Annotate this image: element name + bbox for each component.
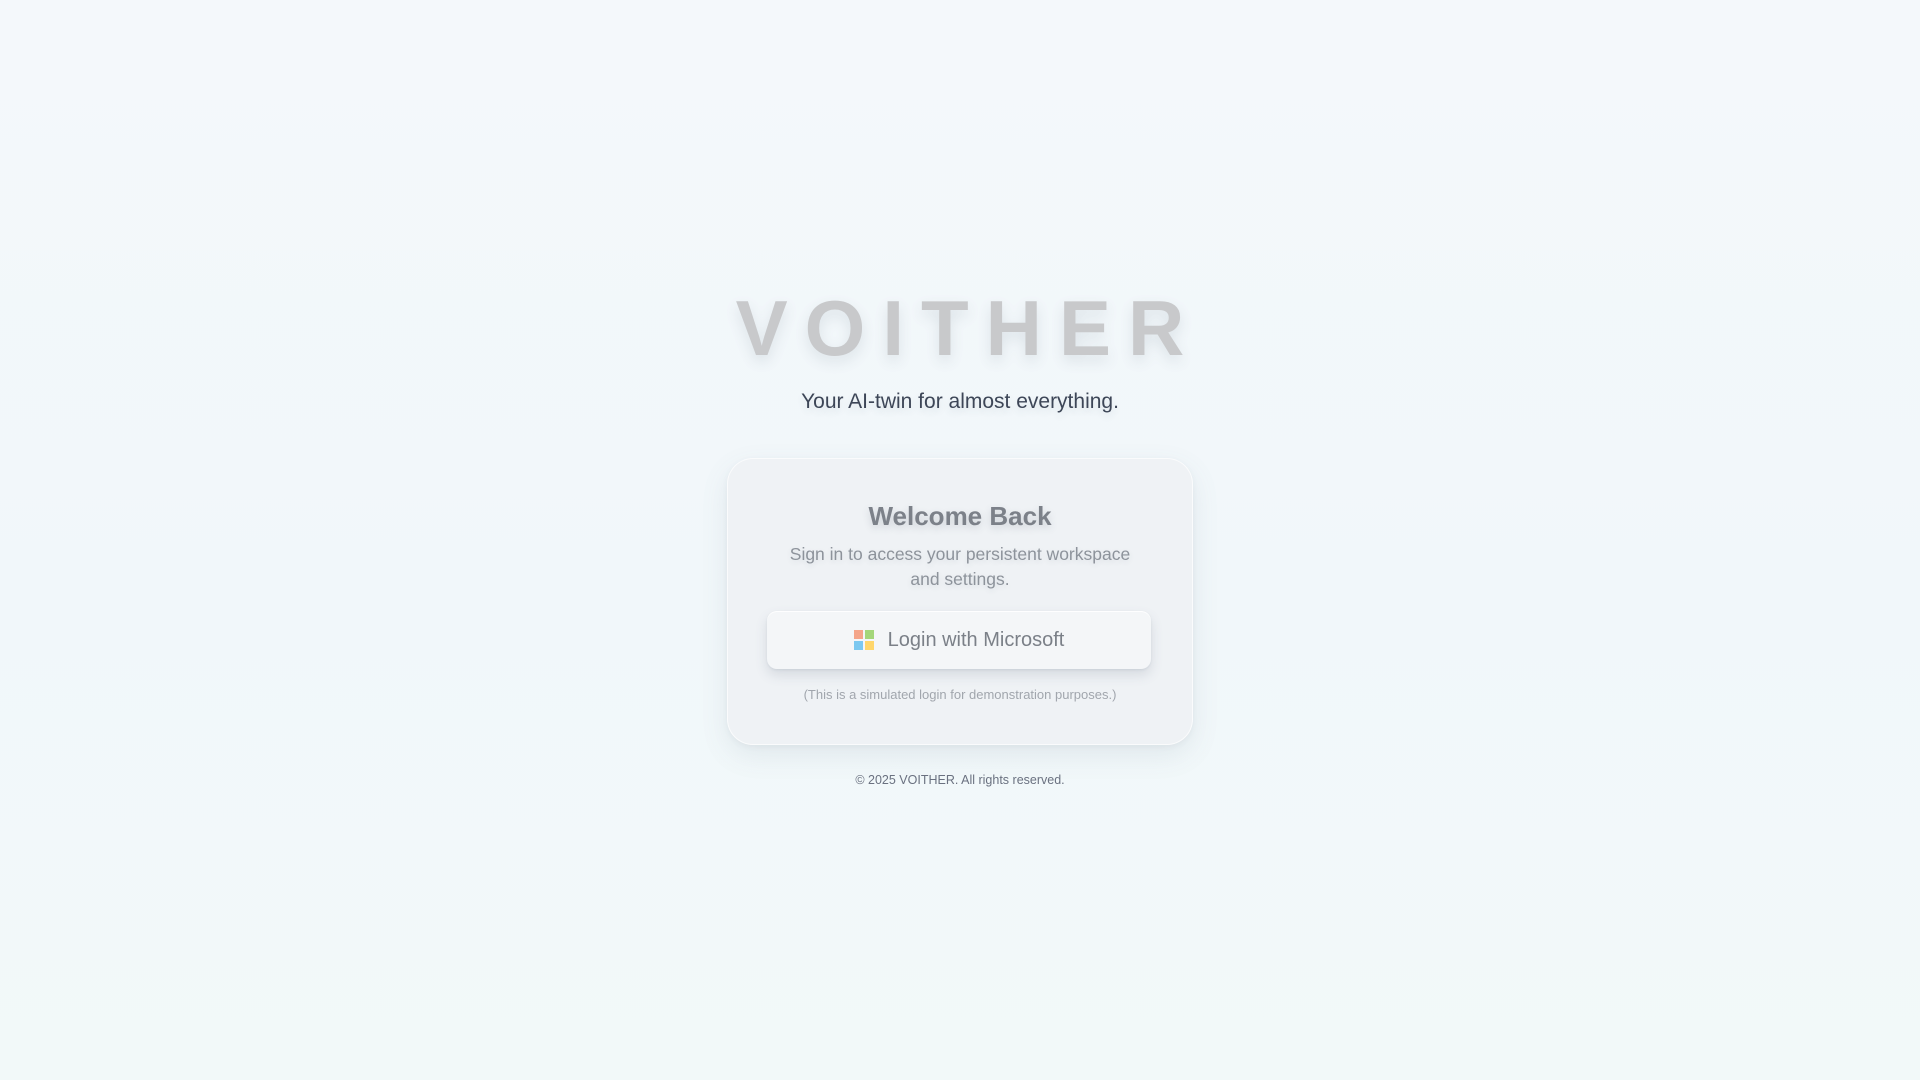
brand-title: VOITHER — [735, 284, 1202, 372]
login-button-label: Login with Microsoft — [887, 629, 1065, 651]
login-card: Welcome Back Sign in to access your pers… — [727, 458, 1193, 745]
demo-disclaimer: (This is a simulated login for demonstra… — [803, 687, 1117, 702]
card-subtitle: Sign in to access your persistent worksp… — [789, 544, 1131, 589]
brand-tagline: Your AI-twin for almost everything. — [801, 390, 1119, 413]
ms-logo-green-square — [864, 630, 874, 639]
login-page: VOITHER Your AI-twin for almost everythi… — [0, 0, 1920, 1080]
card-title: Welcome Back — [868, 501, 1052, 531]
ms-logo-blue-square — [853, 641, 863, 650]
login-with-microsoft-button[interactable]: Login with Microsoft — [767, 611, 1151, 669]
microsoft-logo-icon — [853, 630, 874, 650]
footer-copyright: © 2025 VOITHER. All rights reserved. — [855, 773, 1065, 787]
ms-logo-yellow-square — [864, 641, 874, 650]
ms-logo-red-square — [853, 630, 863, 639]
